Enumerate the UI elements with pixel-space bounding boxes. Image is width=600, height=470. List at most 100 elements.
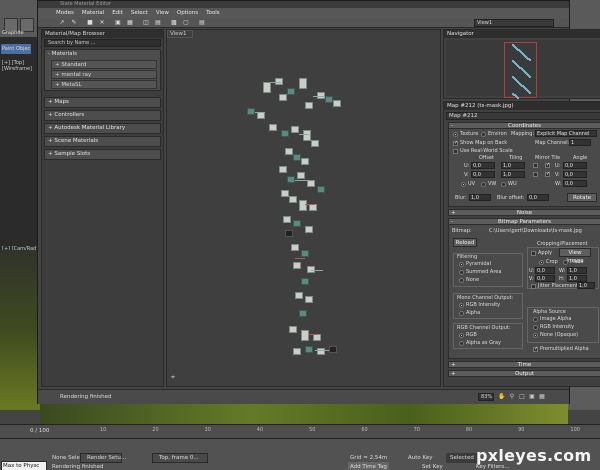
zoom-field[interactable]: 83%: [478, 393, 494, 401]
material-node[interactable]: [317, 186, 325, 193]
mono-rgb-intensity-radio[interactable]: [459, 303, 464, 308]
alpha-as-gray-radio[interactable]: [459, 341, 464, 346]
rgb-radio[interactable]: [459, 333, 464, 338]
material-node[interactable]: [333, 100, 341, 107]
material-node[interactable]: [297, 172, 305, 179]
vw-radio[interactable]: [481, 182, 486, 187]
mapping-dropdown[interactable]: Explicit Map Channel: [535, 130, 597, 137]
none-opaque-radio[interactable]: [533, 333, 538, 338]
viewport-label-top[interactable]: [+] [Top] [Wireframe]: [2, 60, 40, 72]
show-map-checkbox[interactable]: [453, 140, 458, 146]
rollout-output[interactable]: + Output: [448, 370, 600, 377]
maxscript-listener[interactable]: Max to Physc: [1, 461, 47, 470]
tree-group-header[interactable]: - Materials: [45, 50, 160, 59]
material-node[interactable]: [303, 130, 311, 141]
material-node[interactable]: [293, 262, 301, 269]
material-node[interactable]: [305, 346, 313, 353]
tree-group-header[interactable]: + Scene Materials: [45, 137, 160, 146]
uv-radio[interactable]: [461, 182, 466, 187]
show-map-icon[interactable]: ▣: [114, 19, 122, 27]
navigator-view[interactable]: [446, 40, 600, 100]
material-node[interactable]: [301, 158, 309, 165]
v-tiling-field[interactable]: 1,0: [501, 171, 525, 178]
v-angle-field[interactable]: 0,0: [563, 171, 587, 178]
tree-group-header[interactable]: + Maps: [45, 98, 160, 107]
material-node[interactable]: [291, 244, 299, 251]
material-node[interactable]: [283, 216, 291, 223]
texture-radio[interactable]: [453, 132, 458, 137]
material-node[interactable]: [299, 200, 307, 211]
view-image-button[interactable]: View Image: [559, 248, 591, 264]
assign-material-icon[interactable]: ■: [86, 19, 94, 27]
menu-tools[interactable]: Tools: [206, 10, 220, 16]
material-node[interactable]: [279, 94, 287, 101]
rollout-noise[interactable]: + Noise: [448, 209, 600, 216]
wu-radio[interactable]: [501, 182, 506, 187]
task-top-frame[interactable]: Top, frame 0...: [152, 453, 208, 463]
material-node[interactable]: [281, 130, 289, 137]
material-node[interactable]: [291, 126, 299, 133]
u-tiling-field[interactable]: 1,0: [501, 162, 525, 169]
pan-navigate-icon[interactable]: ⌖: [171, 373, 180, 382]
tree-item-standard[interactable]: + Standard: [51, 60, 157, 69]
material-node[interactable]: [299, 78, 307, 89]
pan-icon[interactable]: ✋: [498, 393, 506, 401]
delete-icon[interactable]: ✕: [98, 19, 106, 27]
selected-dropdown[interactable]: Selected: [446, 453, 478, 463]
crop-v-field[interactable]: 0,0: [535, 275, 555, 282]
material-node[interactable]: [305, 226, 313, 233]
material-node[interactable]: [289, 326, 297, 333]
select-icon[interactable]: ↗: [58, 19, 66, 27]
v-offset-field[interactable]: 0,0: [471, 171, 495, 178]
menu-select[interactable]: Select: [131, 10, 148, 16]
pyramidal-radio[interactable]: [459, 262, 464, 267]
search-input[interactable]: Search by Name ...: [44, 39, 161, 47]
material-node[interactable]: [329, 346, 337, 353]
material-node[interactable]: [287, 88, 295, 95]
crop-w-field[interactable]: 1,0: [567, 267, 587, 274]
material-node[interactable]: [257, 112, 265, 119]
view1-node-graph[interactable]: View1 ⌖: [166, 29, 441, 387]
menu-view[interactable]: View: [156, 10, 169, 16]
tree-item-mental-ray[interactable]: + mental ray: [51, 70, 157, 79]
material-node[interactable]: [279, 166, 287, 173]
w-angle-field[interactable]: 0,0: [563, 180, 587, 187]
graphite-tab[interactable]: Graphite: [2, 28, 24, 38]
paint-objects-tab[interactable]: Paint Objec: [1, 44, 32, 54]
none-filter-radio[interactable]: [459, 278, 464, 283]
zoom-region-icon[interactable]: □: [518, 393, 526, 401]
material-node[interactable]: [313, 334, 321, 341]
zoom-selected-icon[interactable]: ▦: [538, 393, 546, 401]
material-node[interactable]: [301, 330, 309, 341]
rollout-bitmap-parameters[interactable]: - Bitmap Parameters: [448, 218, 600, 225]
blur-offset-field[interactable]: 0,0: [527, 194, 549, 201]
task-render-setup[interactable]: Render Setu...: [80, 453, 126, 463]
rotate-button[interactable]: Rotate: [567, 193, 597, 202]
environ-radio[interactable]: [481, 132, 486, 137]
tree-group-header[interactable]: + Autodesk Material Library: [45, 124, 160, 133]
material-node[interactable]: [299, 310, 307, 317]
material-node[interactable]: [269, 124, 277, 131]
jitter-checkbox[interactable]: [531, 284, 536, 289]
tree-group-header[interactable]: + Sample Slots: [45, 150, 160, 159]
material-node[interactable]: [325, 96, 333, 103]
rollout-time[interactable]: + Time: [448, 361, 600, 368]
menu-options[interactable]: Options: [177, 10, 198, 16]
mono-alpha-radio[interactable]: [459, 311, 464, 316]
rgb-intensity-alpha-radio[interactable]: [533, 325, 538, 330]
summed-area-radio[interactable]: [459, 270, 464, 275]
layout-children-icon[interactable]: ▩: [170, 19, 178, 27]
crop-radio[interactable]: [539, 260, 544, 265]
layout-icon[interactable]: ◫: [142, 19, 150, 27]
add-time-tag[interactable]: Add Time Tag: [348, 462, 389, 470]
crop-u-field[interactable]: 0,0: [535, 267, 555, 274]
material-node[interactable]: [281, 190, 289, 197]
material-node[interactable]: [285, 230, 293, 237]
material-node[interactable]: [287, 176, 295, 183]
material-node[interactable]: [293, 348, 301, 355]
rollout-coordinates[interactable]: - Coordinates: [448, 122, 600, 129]
material-node[interactable]: [309, 204, 317, 211]
zoom-extents-icon[interactable]: ▣: [528, 393, 536, 401]
tree-item-metasl[interactable]: + MetaSL: [51, 80, 157, 89]
material-node[interactable]: [295, 292, 303, 299]
